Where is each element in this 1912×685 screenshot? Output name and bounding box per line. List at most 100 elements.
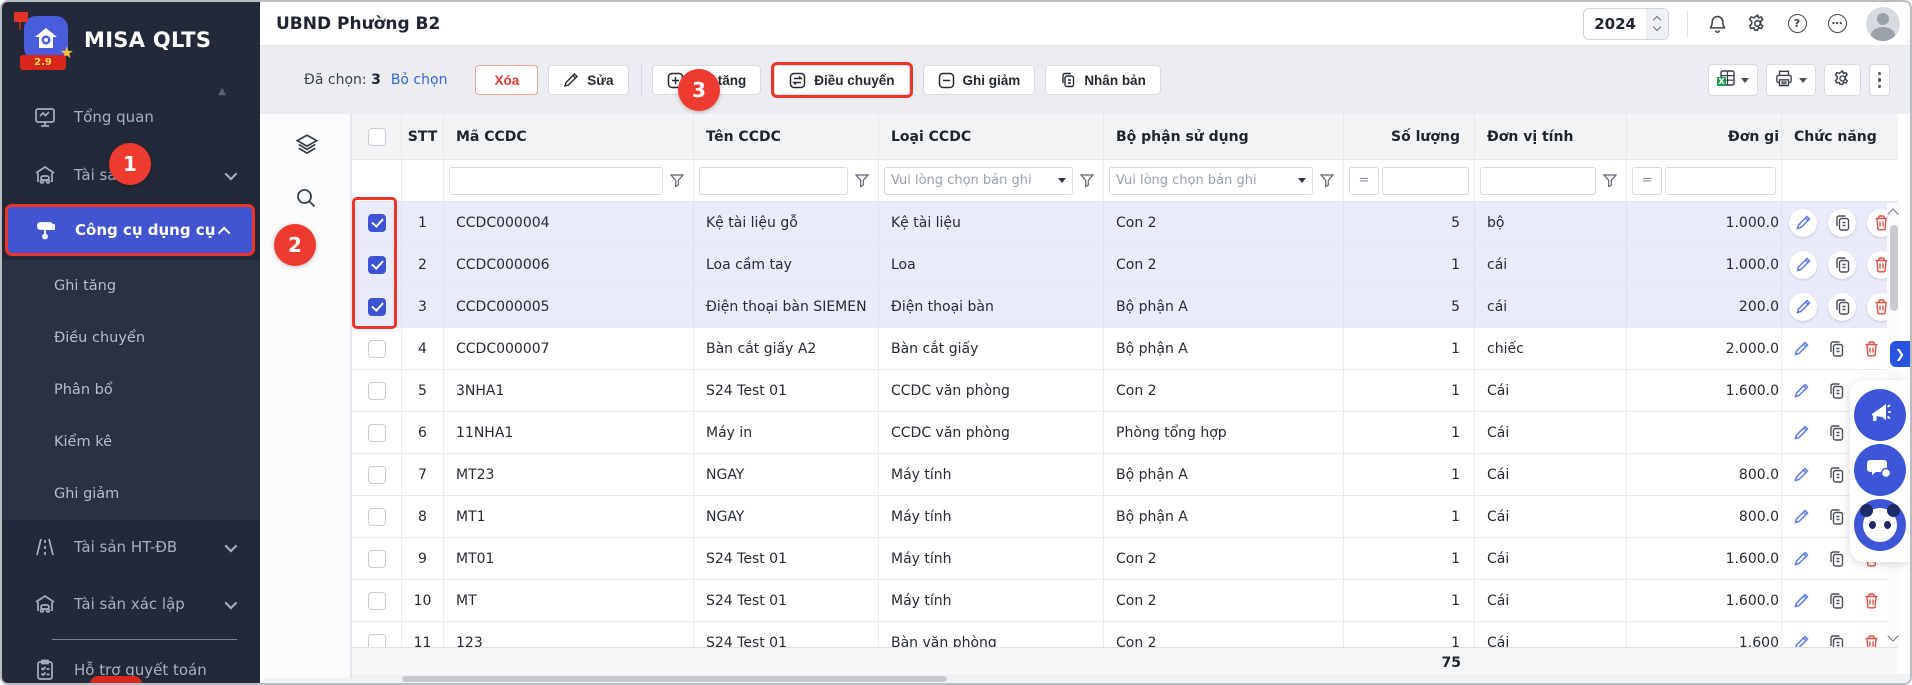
delete-button[interactable]: Xóa xyxy=(475,65,538,95)
equals-operator[interactable]: = xyxy=(1632,167,1662,195)
row-checkbox[interactable] xyxy=(368,424,386,442)
scroll-up-icon[interactable] xyxy=(1887,208,1898,219)
select-all-checkbox[interactable] xyxy=(368,128,386,146)
row-checkbox[interactable] xyxy=(368,340,386,358)
duplicate-icon[interactable] xyxy=(1824,421,1848,445)
transfer-button[interactable]: Điều chuyển xyxy=(774,65,909,95)
edit-icon[interactable] xyxy=(1789,421,1813,445)
table-row[interactable]: 7MT23NGAYMáy tínhBộ phận A1Cái800.0 xyxy=(352,454,1898,496)
filter-funnel-icon[interactable] xyxy=(666,174,688,187)
table-row[interactable]: 8MT1NGAYMáy tínhBộ phận A1Cái800.0 xyxy=(352,496,1898,538)
scroll-down-icon[interactable] xyxy=(1887,630,1898,641)
col-don-gia[interactable]: Đơn gi xyxy=(1627,114,1782,159)
table-row[interactable]: 9MT01S24 Test 01Máy tínhCon 21Cái1.600.0 xyxy=(352,538,1898,580)
announcement-button[interactable] xyxy=(1854,389,1906,441)
submenu-item-phan-bo[interactable]: Phân bổ xyxy=(2,364,260,416)
edit-icon[interactable] xyxy=(1789,589,1813,613)
duplicate-icon[interactable] xyxy=(1828,209,1856,237)
filter-funnel-icon[interactable] xyxy=(1316,174,1338,187)
table-row[interactable]: 1CCDC000004Kệ tài liệu gỗKệ tài liệuCon … xyxy=(352,202,1898,244)
filter-select-bo-phan[interactable]: Vui lòng chọn bản ghi xyxy=(1109,167,1313,195)
row-checkbox[interactable] xyxy=(368,382,386,400)
search-icon[interactable] xyxy=(294,186,318,214)
delete-icon[interactable] xyxy=(1859,631,1883,648)
filter-input-dvt[interactable] xyxy=(1480,167,1596,195)
more-menu-button[interactable] xyxy=(1869,64,1891,96)
col-stt[interactable]: STT xyxy=(402,114,444,159)
table-row[interactable]: 2CCDC000006Loa cầm tayLoaCon 21cái1.000.… xyxy=(352,244,1898,286)
decrease-record-button[interactable]: Ghi giảm xyxy=(923,65,1036,95)
duplicate-icon[interactable] xyxy=(1828,293,1856,321)
duplicate-icon[interactable] xyxy=(1828,251,1856,279)
help-icon[interactable]: ? xyxy=(1786,13,1808,35)
edit-icon[interactable] xyxy=(1789,547,1813,571)
deselect-link[interactable]: Bỏ chọn xyxy=(391,72,448,88)
duplicate-icon[interactable] xyxy=(1824,589,1848,613)
duplicate-icon[interactable] xyxy=(1824,337,1848,361)
horizontal-scrollbar[interactable] xyxy=(264,674,1910,683)
submenu-item-kiem-ke[interactable]: Kiểm kê xyxy=(2,416,260,468)
export-excel-button[interactable]: X xyxy=(1708,64,1758,96)
duplicate-icon[interactable] xyxy=(1824,505,1848,529)
layers-icon[interactable] xyxy=(294,132,320,162)
print-button[interactable] xyxy=(1766,64,1816,96)
filter-input-ten[interactable] xyxy=(699,167,848,195)
gear-icon[interactable] xyxy=(1746,13,1768,35)
col-loai-ccdc[interactable]: Loại CCDC xyxy=(879,114,1104,159)
submenu-item-ghi-giam[interactable]: Ghi giảm xyxy=(2,468,260,520)
scrollbar-thumb[interactable] xyxy=(1890,225,1898,311)
row-checkbox[interactable] xyxy=(368,466,386,484)
scrollbar-thumb[interactable] xyxy=(402,676,947,682)
row-checkbox[interactable] xyxy=(368,592,386,610)
table-row[interactable]: 10MTS24 Test 01Máy tínhCon 21Cái1.600.0 xyxy=(352,580,1898,622)
row-checkbox[interactable] xyxy=(368,634,386,648)
col-bo-phan[interactable]: Bộ phận sử dụng xyxy=(1104,114,1344,159)
delete-icon[interactable] xyxy=(1859,337,1883,361)
row-checkbox[interactable] xyxy=(368,508,386,526)
edit-icon[interactable] xyxy=(1789,251,1817,279)
duplicate-icon[interactable] xyxy=(1824,547,1848,571)
edit-icon[interactable] xyxy=(1789,379,1813,403)
chat-support-button[interactable] xyxy=(1854,444,1906,496)
row-checkbox[interactable] xyxy=(368,550,386,568)
col-ten-ccdc[interactable]: Tên CCDC xyxy=(694,114,879,159)
duplicate-icon[interactable] xyxy=(1824,631,1848,648)
edit-icon[interactable] xyxy=(1789,209,1817,237)
table-row[interactable]: 611NHA1Máy inCCDC văn phòngPhòng tổng hợ… xyxy=(352,412,1898,454)
sidebar-item-cong-cu-dung-cu[interactable]: Công cụ dụng cụ xyxy=(5,204,255,256)
table-row[interactable]: 11123S24 Test 01Bàn văn phòngCon 21Cái1.… xyxy=(352,622,1898,647)
avatar[interactable] xyxy=(1866,7,1900,41)
year-stepper[interactable] xyxy=(1646,9,1668,39)
duplicate-icon[interactable] xyxy=(1824,379,1848,403)
table-row[interactable]: 53NHA1S24 Test 01CCDC văn phòngCon 21Cái… xyxy=(352,370,1898,412)
col-don-vi-tinh[interactable]: Đơn vị tính xyxy=(1475,114,1627,159)
sidebar-item-tai-san-ht-db[interactable]: Tài sản HT-ĐB xyxy=(2,525,260,569)
bell-icon[interactable] xyxy=(1706,13,1728,35)
equals-operator[interactable]: = xyxy=(1349,167,1379,195)
table-row[interactable]: 3CCDC000005Điện thoại bàn SIEMENĐiện tho… xyxy=(352,286,1898,328)
table-settings-button[interactable] xyxy=(1824,64,1861,96)
edit-icon[interactable] xyxy=(1789,293,1817,321)
more-icon[interactable]: ⋯ xyxy=(1826,13,1848,35)
filter-funnel-icon[interactable] xyxy=(851,174,873,187)
edit-icon[interactable] xyxy=(1789,463,1813,487)
assistant-button[interactable] xyxy=(1854,499,1906,551)
edit-button[interactable]: Sửa xyxy=(548,65,628,95)
duplicate-button[interactable]: Nhân bản xyxy=(1045,65,1161,95)
filter-input-ma[interactable] xyxy=(449,167,663,195)
submenu-item-dieu-chuyen[interactable]: Điều chuyển xyxy=(2,312,260,364)
sidebar-item-tai-san-xac-lap[interactable]: Tài sản xác lập xyxy=(2,582,260,626)
submenu-item-ghi-tang[interactable]: Ghi tăng xyxy=(2,260,260,312)
edit-icon[interactable] xyxy=(1789,505,1813,529)
filter-select-loai[interactable]: Vui lòng chọn bản ghi xyxy=(884,167,1073,195)
table-row[interactable]: 4CCDC000007Bàn cắt giấy A2Bàn cắt giấyBộ… xyxy=(352,328,1898,370)
col-so-luong[interactable]: Số lượng xyxy=(1344,114,1475,159)
year-selector[interactable]: 2024 xyxy=(1583,8,1669,40)
filter-input-don-gia[interactable] xyxy=(1665,167,1776,195)
edit-icon[interactable] xyxy=(1789,337,1813,361)
duplicate-icon[interactable] xyxy=(1824,463,1848,487)
filter-input-so-luong[interactable] xyxy=(1382,167,1469,195)
filter-funnel-icon[interactable] xyxy=(1076,174,1098,187)
sidebar-item-tong-quan[interactable]: Tổng quan xyxy=(2,95,260,139)
filter-funnel-icon[interactable] xyxy=(1599,174,1621,187)
